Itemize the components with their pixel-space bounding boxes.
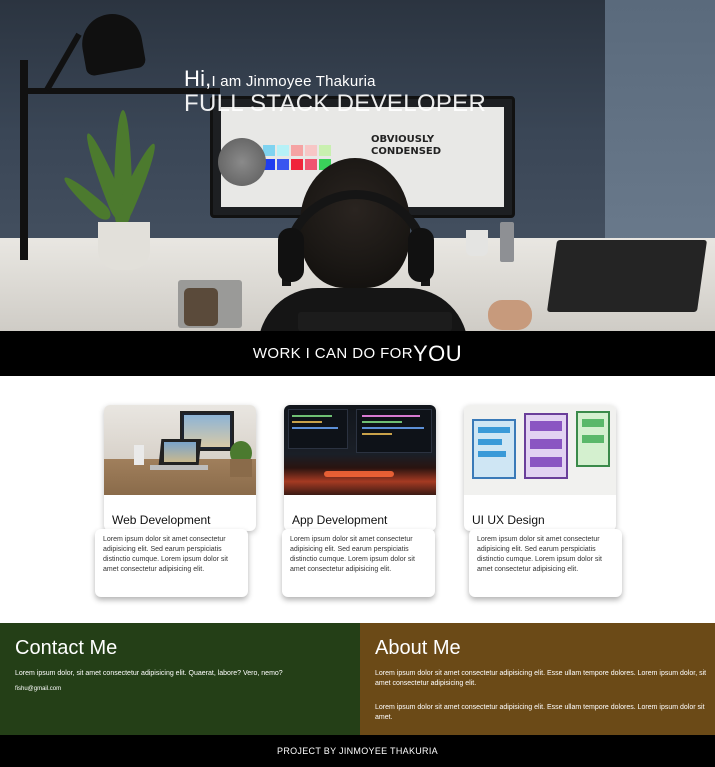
about-title: About Me bbox=[375, 637, 461, 659]
keyboard-image bbox=[298, 312, 452, 331]
service-card-app-development[interactable]: App Development bbox=[284, 405, 436, 531]
service-desc-web-development: Lorem ipsum dolor sit amet consectetur a… bbox=[95, 529, 248, 597]
ui-ux-design-image bbox=[464, 405, 616, 495]
desk-lamp-image bbox=[77, 9, 147, 77]
hero-role: FULL STACK DEVELOPER bbox=[184, 90, 487, 117]
hero-greeting-name: I am Jinmoyee Thakuria bbox=[211, 73, 376, 90]
service-card-ui-ux-design[interactable]: UI UX Design bbox=[464, 405, 616, 531]
hero-section: OBVIOUSLY CONDENSED Hi,I am Jinmoyee Tha… bbox=[0, 0, 715, 331]
web-development-image bbox=[104, 405, 256, 495]
screen-headline-2: CONDENSED bbox=[371, 146, 442, 157]
screen-headline-1: OBVIOUSLY bbox=[371, 134, 435, 145]
card-desc-app-development: Lorem ipsum dolor sit amet consectetur a… bbox=[290, 536, 415, 573]
service-card-web-development[interactable]: Web Development bbox=[104, 405, 256, 531]
card-title-web-development: Web Development bbox=[112, 513, 211, 527]
card-desc-ui-ux-design: Lorem ipsum dolor sit amet consectetur a… bbox=[477, 536, 602, 573]
work-heading-banner: WORK I CAN DO FOR YOU bbox=[0, 331, 715, 376]
footer: PROJECT BY JINMOYEE THAKURIA bbox=[0, 735, 715, 767]
laptop-image bbox=[546, 240, 708, 312]
footer-credit: PROJECT BY JINMOYEE THAKURIA bbox=[277, 746, 438, 756]
work-heading-part1: WORK I CAN DO FOR bbox=[252, 345, 413, 362]
work-heading-part2: YOU bbox=[412, 340, 463, 366]
card-title-ui-ux-design: UI UX Design bbox=[472, 513, 545, 527]
hero-greeting-hi: Hi, bbox=[184, 66, 212, 91]
hero-intro: Hi,I am Jinmoyee Thakuria FULL STACK DEV… bbox=[184, 66, 486, 118]
hero-greeting: Hi,I am Jinmoyee Thakuria bbox=[184, 66, 486, 92]
hero-wall bbox=[605, 0, 715, 260]
plant-pot bbox=[98, 222, 150, 270]
service-desc-app-development: Lorem ipsum dolor sit amet consectetur a… bbox=[282, 529, 435, 597]
contact-text: Lorem ipsum dolor, sit amet consectetur … bbox=[15, 670, 283, 677]
contact-email[interactable]: fishu@gmail.com bbox=[15, 684, 61, 694]
contact-title: Contact Me bbox=[15, 637, 118, 659]
contact-section: Contact Me Lorem ipsum dolor, sit amet c… bbox=[0, 623, 360, 735]
card-desc-web-development: Lorem ipsum dolor sit amet consectetur a… bbox=[103, 536, 228, 573]
app-development-image bbox=[284, 405, 436, 495]
about-text-1: Lorem ipsum dolor sit amet consectetur a… bbox=[375, 670, 707, 687]
microphone-image bbox=[218, 138, 266, 186]
about-section: About Me Lorem ipsum dolor sit amet cons… bbox=[360, 623, 715, 735]
card-title-app-development: App Development bbox=[292, 513, 388, 527]
about-text-2: Lorem ipsum dolor sit amet consectetur a… bbox=[375, 704, 705, 721]
phone-image bbox=[184, 288, 218, 326]
service-desc-ui-ux-design: Lorem ipsum dolor sit amet consectetur a… bbox=[469, 529, 622, 597]
